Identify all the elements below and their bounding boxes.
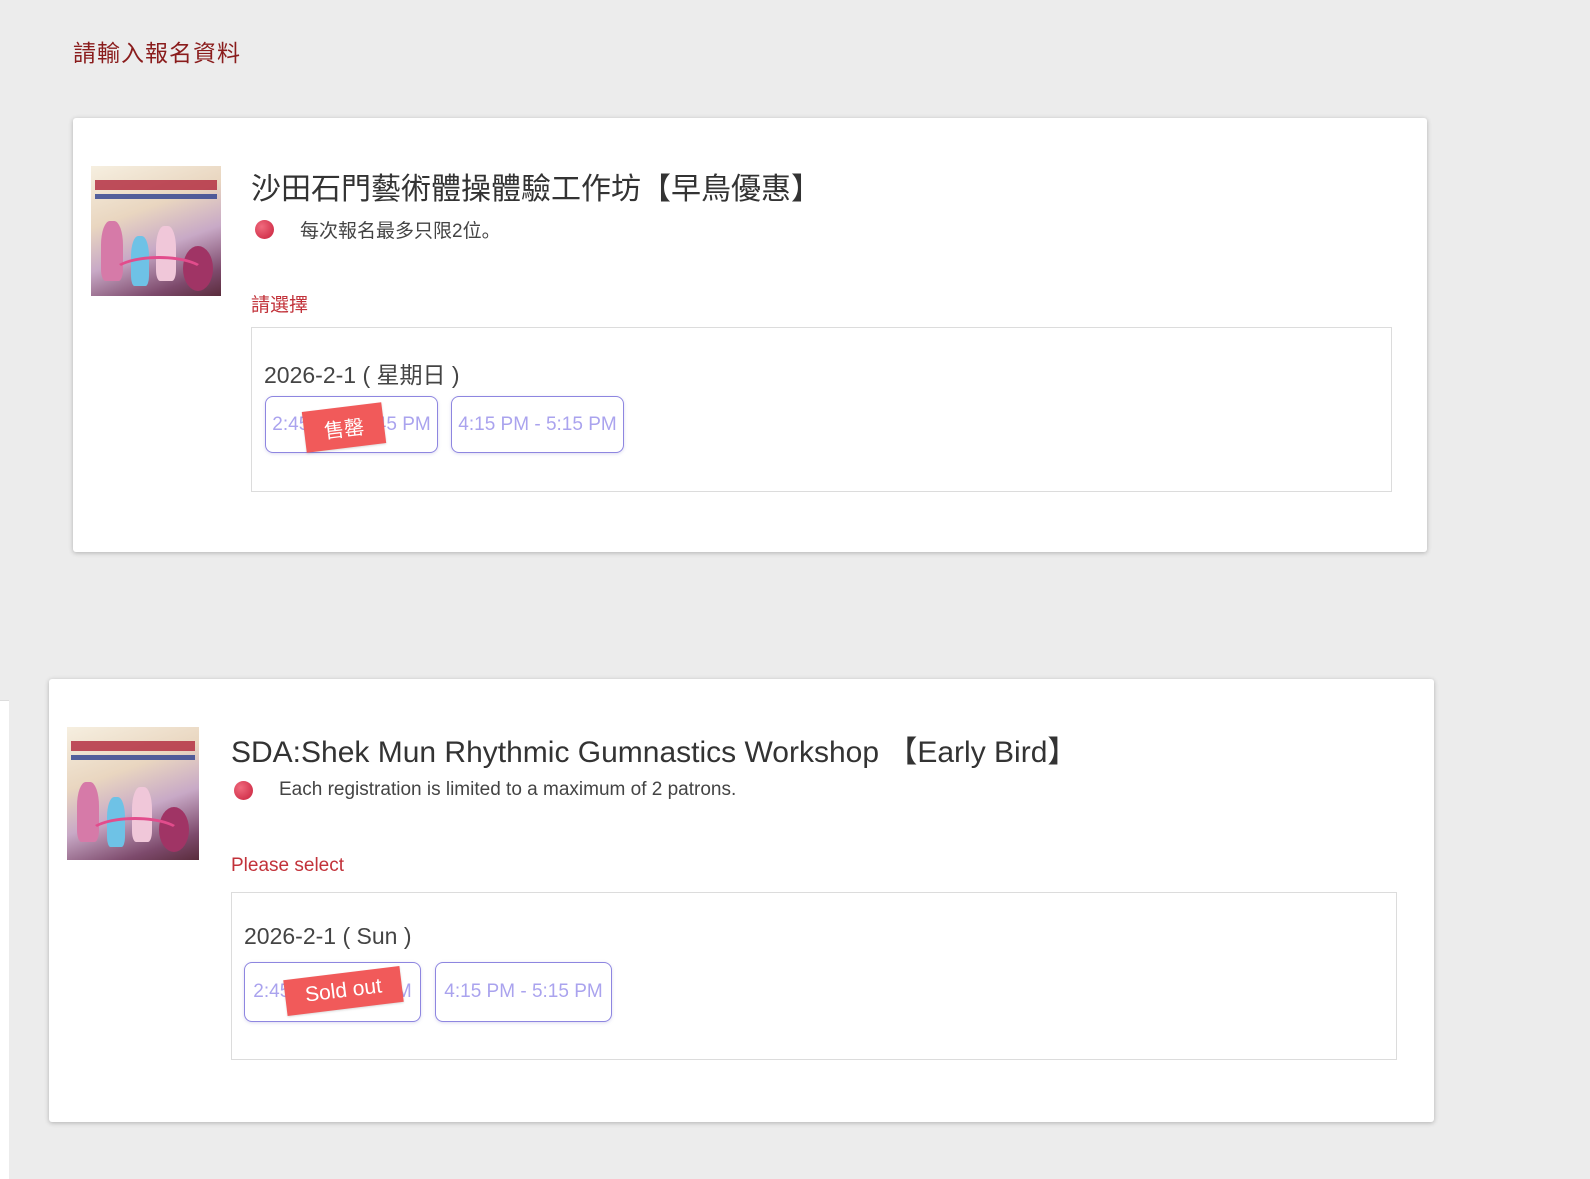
event-card: SDA:Shek Mun Rhythmic Gumnastics Worksho…	[49, 679, 1434, 1122]
time-slot-button[interactable]: 4:15 PM - 5:15 PM	[435, 962, 612, 1022]
sold-out-badge: 售罄	[301, 402, 387, 453]
page-heading: 請輸入報名資料	[73, 40, 241, 66]
time-slot-button[interactable]: 4:15 PM - 5:15 PM	[451, 396, 624, 453]
select-label: Please select	[231, 855, 345, 876]
note-text: 每次報名最多只限2位。	[300, 221, 501, 242]
time-slot-sold-out: 2:45 PM - 3:45 PM Sold out	[244, 962, 421, 1022]
sold-out-badge: Sold out	[283, 966, 404, 1016]
registration-limit-note: Each registration is limited to a maximu…	[234, 779, 736, 801]
session-date: 2026-2-1 ( Sun )	[244, 923, 412, 949]
red-dot-icon	[255, 220, 274, 239]
event-poster-thumbnail[interactable]	[67, 727, 199, 860]
event-title: 沙田石門藝術體操體驗工作坊【早鳥優惠】	[251, 173, 821, 206]
event-card: 沙田石門藝術體操體驗工作坊【早鳥優惠】 每次報名最多只限2位。 請選擇 2026…	[73, 118, 1427, 552]
select-label: 請選擇	[251, 295, 309, 316]
time-slot-sold-out: 2:45 PM - 3:45 PM 售罄	[265, 396, 438, 453]
session-box: 2026-2-1 ( 星期日 ) 2:45 PM - 3:45 PM 售罄 4:…	[251, 327, 1392, 492]
session-date: 2026-2-1 ( 星期日 )	[264, 362, 460, 388]
slot-label: 4:15 PM - 5:15 PM	[458, 413, 617, 435]
event-poster-thumbnail[interactable]	[91, 166, 221, 296]
slot-label: 4:15 PM - 5:15 PM	[444, 981, 603, 1002]
event-title: SDA:Shek Mun Rhythmic Gumnastics Worksho…	[231, 736, 1078, 769]
side-edge	[0, 700, 9, 1179]
registration-limit-note: 每次報名最多只限2位。	[255, 216, 501, 243]
red-dot-icon	[234, 780, 253, 800]
note-text: Each registration is limited to a maximu…	[279, 779, 737, 800]
session-box: 2026-2-1 ( Sun ) 2:45 PM - 3:45 PM Sold …	[231, 892, 1397, 1060]
